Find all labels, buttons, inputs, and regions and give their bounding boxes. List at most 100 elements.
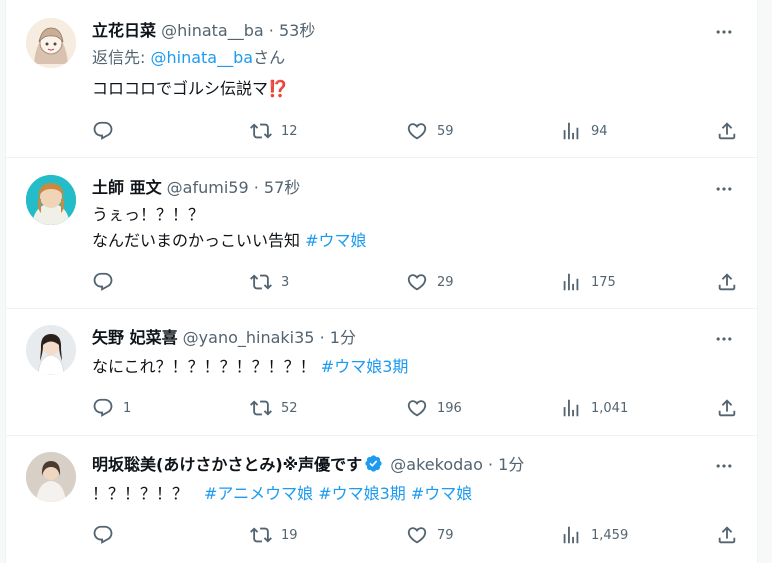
tweet-text: なんだいまのかっこいい告知: [92, 231, 306, 250]
tweet-text: コロコロでゴルシ伝説マ⁉️: [92, 79, 288, 98]
avatar-photo: [26, 175, 76, 225]
timestamp[interactable]: 1分: [330, 328, 356, 347]
timestamp[interactable]: 57秒: [264, 178, 300, 197]
reply-icon: [92, 271, 114, 293]
like-button[interactable]: 59: [406, 119, 454, 143]
tweet-text-line: ！？！？！？ #アニメウマ娘 #ウマ娘3期 #ウマ娘: [92, 481, 472, 507]
more-icon[interactable]: [713, 178, 735, 200]
avatar[interactable]: [26, 325, 76, 375]
separator: ·: [253, 178, 259, 197]
hashtag-link[interactable]: #アニメウマ娘: [204, 484, 313, 503]
avatar-photo: [26, 325, 76, 375]
share-button[interactable]: [716, 119, 738, 143]
tweet[interactable]: 明坂聡美(あけさかさとみ)※声優です @akekodao · 1分 ！？！？！？…: [6, 436, 757, 563]
retweet-button[interactable]: 3: [250, 270, 289, 294]
avatar[interactable]: [26, 175, 76, 225]
views-button[interactable]: 1,459: [560, 523, 628, 547]
tweet-header: 矢野 妃菜喜 @yano_hinaki35 · 1分: [92, 327, 356, 349]
retweet-button[interactable]: 12: [250, 119, 298, 143]
separator: ·: [268, 21, 274, 40]
retweet-icon: [250, 120, 272, 142]
user-handle[interactable]: @yano_hinaki35: [183, 328, 315, 347]
display-name[interactable]: 矢野 妃菜喜: [92, 328, 178, 347]
view-count: 94: [591, 123, 608, 139]
reply-context: 返信先: @hinata__baさん: [92, 45, 285, 71]
views-icon: [560, 271, 582, 293]
view-count: 175: [591, 274, 616, 290]
share-button[interactable]: [716, 270, 738, 294]
timestamp[interactable]: 1分: [498, 455, 524, 474]
retweet-count: 12: [281, 123, 298, 139]
tweet-header: 土師 亜文 @afumi59 · 57秒: [92, 177, 300, 199]
user-handle[interactable]: @akekodao: [390, 455, 483, 474]
retweet-count: 19: [281, 527, 298, 543]
share-icon: [716, 397, 738, 419]
like-button[interactable]: 29: [406, 270, 454, 294]
reply-button[interactable]: [92, 270, 123, 294]
reply-button[interactable]: 1: [92, 396, 131, 420]
hashtag-link[interactable]: #ウマ娘3期: [318, 484, 406, 503]
reply-suffix: さん: [253, 48, 286, 67]
reply-icon: [92, 397, 114, 419]
share-icon: [716, 271, 738, 293]
reply-prefix: 返信先:: [92, 48, 151, 67]
action-bar: 12 59 94: [92, 119, 743, 143]
display-name[interactable]: 明坂聡美(あけさかさとみ)※声優です: [92, 455, 362, 474]
tweet-header: 立花日菜 @hinata__ba · 53秒: [92, 20, 315, 42]
view-count: 1,459: [591, 527, 629, 543]
views-button[interactable]: 1,041: [560, 396, 628, 420]
retweet-icon: [250, 271, 272, 293]
avatar-illustration: [26, 18, 76, 68]
avatar[interactable]: [26, 452, 76, 502]
reply-button[interactable]: [92, 119, 123, 143]
tweet-text: なにこれ？！？！？！？！？！: [92, 357, 321, 376]
more-icon[interactable]: [713, 328, 735, 350]
separator: ·: [319, 328, 325, 347]
like-button[interactable]: 79: [406, 523, 454, 547]
tweet-text-line-1: うぇっ！？！？: [92, 205, 205, 224]
share-icon: [716, 524, 738, 546]
like-icon: [406, 397, 428, 419]
more-icon[interactable]: [713, 455, 735, 477]
views-button[interactable]: 175: [560, 270, 616, 294]
tweet[interactable]: 立花日菜 @hinata__ba · 53秒 返信先: @hinata__baさ…: [6, 0, 757, 158]
tweet-text-line-2: なんだいまのかっこいい告知 #ウマ娘: [92, 228, 367, 254]
tweet-header: 明坂聡美(あけさかさとみ)※声優です @akekodao · 1分: [92, 454, 524, 476]
retweet-button[interactable]: 19: [250, 523, 298, 547]
hashtag-link[interactable]: #ウマ娘: [305, 231, 366, 250]
timeline: 立花日菜 @hinata__ba · 53秒 返信先: @hinata__baさ…: [5, 0, 758, 563]
views-button[interactable]: 94: [560, 119, 608, 143]
action-bar: 1 52 196 1,041: [92, 396, 743, 420]
user-handle[interactable]: @afumi59: [167, 178, 249, 197]
hashtag-link[interactable]: #ウマ娘: [411, 484, 472, 503]
more-icon[interactable]: [713, 21, 735, 43]
hashtag-link[interactable]: #ウマ娘3期: [321, 357, 409, 376]
tweet-text-line: なにこれ？！？！？！？！？！ #ウマ娘3期: [92, 354, 408, 380]
tweet[interactable]: 土師 亜文 @afumi59 · 57秒 うぇっ！？！？ なんだいまのかっこいい…: [6, 158, 757, 309]
timestamp[interactable]: 53秒: [279, 21, 315, 40]
display-name[interactable]: 土師 亜文: [92, 178, 162, 197]
reply-to-link[interactable]: @hinata__ba: [150, 48, 253, 67]
views-icon: [560, 397, 582, 419]
like-count: 196: [437, 400, 462, 416]
avatar-photo: [26, 452, 76, 502]
user-handle[interactable]: @hinata__ba: [161, 21, 264, 40]
reply-button[interactable]: [92, 523, 123, 547]
like-button[interactable]: 196: [406, 396, 462, 420]
reply-icon: [92, 524, 114, 546]
share-button[interactable]: [716, 523, 738, 547]
reply-count: 1: [123, 400, 132, 416]
retweet-icon: [250, 397, 272, 419]
display-name[interactable]: 立花日菜: [92, 21, 156, 40]
view-count: 1,041: [591, 400, 629, 416]
tweet-text: ！？！？！？: [92, 484, 205, 503]
avatar[interactable]: [26, 18, 76, 68]
like-icon: [406, 524, 428, 546]
views-icon: [560, 120, 582, 142]
like-count: 79: [437, 527, 454, 543]
tweet[interactable]: 矢野 妃菜喜 @yano_hinaki35 · 1分 なにこれ？！？！？！？！？…: [6, 309, 757, 436]
share-button[interactable]: [716, 396, 738, 420]
retweet-count: 3: [281, 274, 290, 290]
retweet-button[interactable]: 52: [250, 396, 298, 420]
retweet-count: 52: [281, 400, 298, 416]
